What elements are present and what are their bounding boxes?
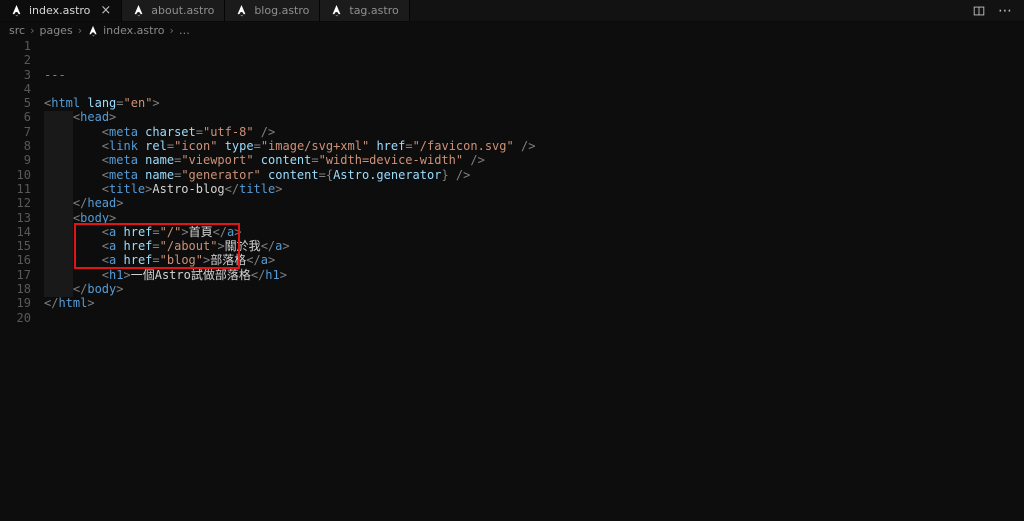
line-number: 8 — [23, 139, 31, 154]
code-line-content: <head> — [72, 110, 117, 125]
line-number: 2 — [23, 53, 31, 68]
breadcrumb-separator: › — [77, 24, 83, 37]
tab-label: about.astro — [151, 4, 215, 17]
code-line-content: </body> — [72, 282, 124, 297]
breadcrumb-item-label: index.astro — [103, 24, 165, 37]
code-line[interactable]: 5 <html lang="en"> — [0, 96, 1024, 110]
breadcrumb-item-label: … — [178, 24, 190, 37]
code-line[interactable]: 14 <a href="/">首頁</a> — [0, 225, 1024, 239]
tab-label: blog.astro — [254, 4, 310, 17]
code-area: 1 2 3 --- 4 5 <html lang="en"> 6 <head> 7 <meta … — [0, 39, 1024, 325]
code-line[interactable]: 12 </head> — [0, 196, 1024, 210]
line-number: 4 — [23, 81, 31, 96]
code-line-content: <h1>一個Astro試做部落格</h1> — [101, 267, 287, 282]
code-line-content: </html> — [44, 296, 95, 311]
code-line-content: <a href="/about">關於我</a> — [101, 239, 290, 254]
breadcrumb: src › pages › index.astro › … — [0, 22, 1024, 39]
tab-label: index.astro — [29, 4, 91, 17]
line-number: 18 — [16, 282, 31, 297]
line-number: 17 — [16, 267, 31, 282]
code-line[interactable]: 19 </html> — [0, 296, 1024, 310]
tab-bar-tabs: index.astro × about.astro blog.astro tag.ast… — [0, 0, 410, 21]
more-actions-icon[interactable]: ⋯ — [998, 3, 1012, 19]
breadcrumb-separator: › — [169, 24, 174, 37]
code-line-content: <title>Astro-blog</title> — [101, 181, 283, 196]
astro-file-icon — [132, 4, 145, 17]
line-number: 19 — [16, 296, 31, 311]
line-number: 5 — [23, 96, 31, 111]
code-line[interactable]: 9 <meta name="viewport" content="width=d… — [0, 153, 1024, 167]
tab-blog-astro[interactable]: blog.astro — [225, 0, 321, 21]
line-number: 20 — [16, 310, 31, 325]
line-number: 3 — [23, 67, 31, 82]
tab-bar: index.astro × about.astro blog.astro tag.ast… — [0, 0, 1024, 22]
code-line[interactable]: 17 <h1>一個Astro試做部落格</h1> — [0, 268, 1024, 282]
code-line-content: <link rel="icon" type="image/svg+xml" hr… — [101, 139, 536, 154]
code-line-content: --- — [44, 67, 66, 82]
code-line[interactable]: 18 </body> — [0, 282, 1024, 296]
tab-about-astro[interactable]: about.astro — [122, 0, 226, 21]
tab-tag-astro[interactable]: tag.astro — [320, 0, 410, 21]
line-number: 16 — [16, 253, 31, 268]
line-number: 12 — [16, 196, 31, 211]
code-line[interactable]: 4 — [0, 82, 1024, 96]
code-line-content: <a href="blog">部落格</a> — [101, 253, 276, 268]
tab-bar-actions: ⋯ — [960, 0, 1024, 21]
line-number: 9 — [23, 153, 31, 168]
breadcrumb-item-label: src — [9, 24, 26, 37]
editor[interactable]: 1 2 3 --- 4 5 <html lang="en"> 6 <head> 7 <meta … — [0, 39, 1024, 521]
astro-file-icon — [235, 4, 248, 17]
line-number: 7 — [23, 124, 31, 139]
line-number: 15 — [16, 239, 31, 254]
astro-file-icon — [10, 4, 23, 17]
line-number: 6 — [23, 110, 31, 125]
line-number: 11 — [16, 181, 31, 196]
code-line[interactable]: 11 <title>Astro-blog</title> — [0, 182, 1024, 196]
code-line[interactable]: 15 <a href="/about">關於我</a> — [0, 239, 1024, 253]
line-number: 10 — [16, 167, 31, 182]
code-line-content: <body> — [72, 210, 117, 225]
code-line[interactable]: 16 <a href="blog">部落格</a> — [0, 253, 1024, 267]
code-line[interactable]: 20 — [0, 311, 1024, 325]
code-line-content: <meta charset="utf-8" /> — [101, 124, 276, 139]
astro-file-icon — [87, 25, 99, 37]
code-line[interactable]: 10 <meta name="generator" content={Astro… — [0, 168, 1024, 182]
breadcrumb-item[interactable]: src — [9, 24, 25, 37]
code-line-content: </head> — [72, 196, 124, 211]
line-number: 13 — [16, 210, 31, 225]
tab-index-astro[interactable]: index.astro × — [0, 0, 123, 21]
breadcrumb-item-label: pages — [39, 24, 73, 37]
line-number: 14 — [16, 224, 31, 239]
code-line-content: <html lang="en"> — [44, 96, 160, 111]
code-line[interactable]: 6 <head> — [0, 110, 1024, 124]
split-editor-icon[interactable] — [972, 4, 986, 18]
breadcrumb-item[interactable]: index.astro — [87, 24, 164, 37]
code-line[interactable]: 3 --- — [0, 68, 1024, 82]
breadcrumb-separator: › — [30, 24, 35, 37]
tab-label: tag.astro — [349, 4, 399, 17]
code-line[interactable]: 7 <meta charset="utf-8" /> — [0, 125, 1024, 139]
editor-window: index.astro × about.astro blog.astro tag.ast… — [0, 0, 1024, 521]
code-line[interactable]: 1 — [0, 39, 1024, 53]
line-number: 1 — [23, 39, 31, 53]
code-line-content: <a href="/">首頁</a> — [101, 224, 242, 239]
code-line[interactable]: 13 <body> — [0, 211, 1024, 225]
astro-file-icon — [330, 4, 343, 17]
breadcrumb-item[interactable]: pages — [39, 24, 72, 37]
code-line-content: <meta name="generator" content={Astro.ge… — [101, 167, 471, 182]
tab-close-icon[interactable]: × — [100, 4, 111, 17]
code-line[interactable]: 2 — [0, 53, 1024, 67]
code-line[interactable]: 8 <link rel="icon" type="image/svg+xml" … — [0, 139, 1024, 153]
breadcrumb-item[interactable]: … — [179, 24, 190, 37]
code-line-content: <meta name="viewport" content="width=dev… — [101, 153, 485, 168]
